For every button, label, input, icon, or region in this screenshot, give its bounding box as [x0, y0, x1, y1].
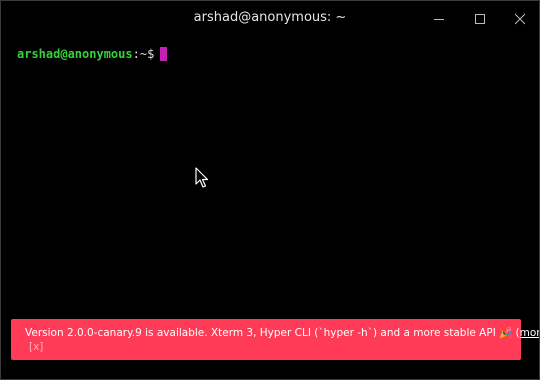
mouse-pointer-icon	[195, 167, 209, 194]
more-link[interactable]: more	[520, 327, 539, 339]
prompt-user-host: arshad@anonymous	[17, 47, 133, 61]
prompt-dollar: $	[147, 47, 155, 61]
close-button[interactable]	[510, 9, 530, 29]
window-title: arshad@anonymous: ~	[193, 10, 347, 25]
maximize-button[interactable]	[470, 9, 490, 29]
close-icon	[514, 13, 526, 25]
terminal-output[interactable]: arshad@anonymous:~$	[17, 46, 168, 62]
minimize-button[interactable]	[429, 9, 449, 29]
notification-message: Version 2.0.0-canary.9 is available. Xte…	[25, 326, 539, 340]
update-notification: Version 2.0.0-canary.9 is available. Xte…	[11, 319, 539, 360]
dismiss-button[interactable]: [x]	[29, 340, 43, 354]
prompt-colon: :	[132, 47, 140, 61]
maximize-icon	[475, 14, 485, 24]
prompt-path: ~	[139, 47, 148, 61]
title-bar[interactable]: arshad@anonymous: ~	[1, 1, 539, 37]
minimize-icon	[434, 19, 444, 20]
text-cursor	[160, 47, 168, 61]
notification-text: Version 2.0.0-canary.9 is available. Xte…	[25, 327, 520, 339]
terminal-window: arshad@anonymous: ~ arshad@anonymous:~$ …	[0, 0, 540, 380]
